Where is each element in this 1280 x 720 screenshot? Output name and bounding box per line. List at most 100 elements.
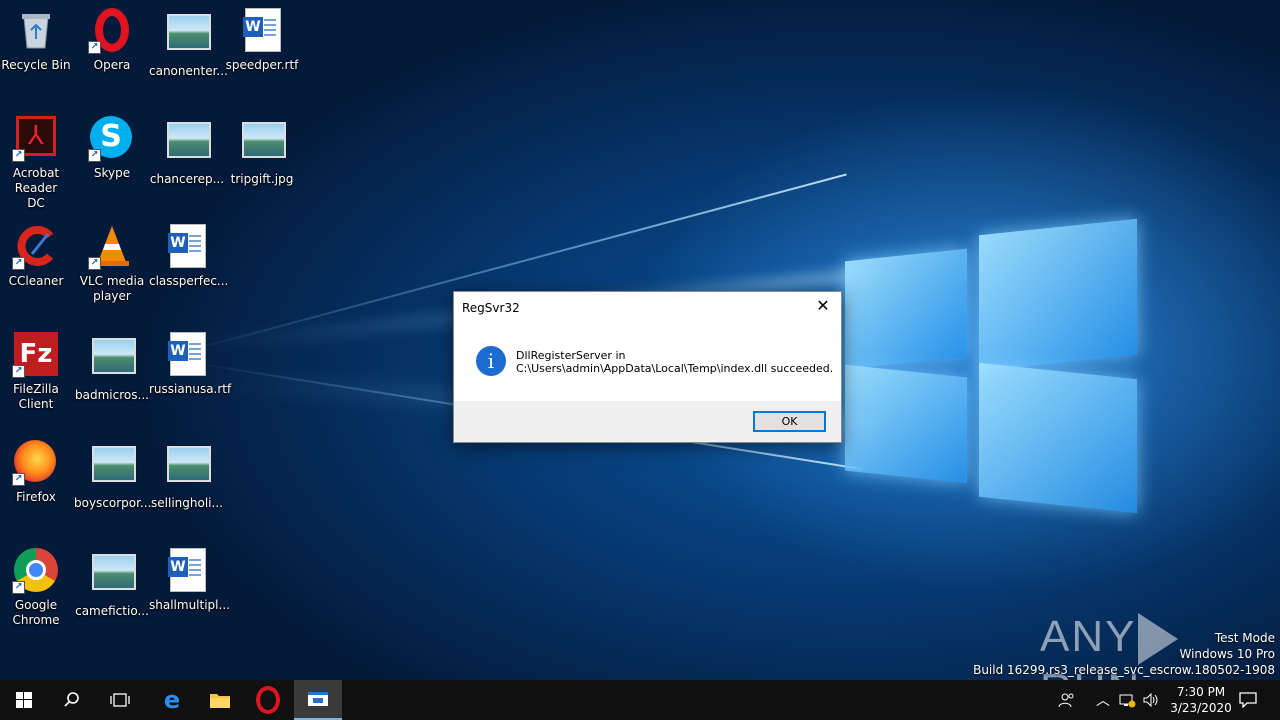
build-text: Build 16299.rs3_release_svc_escrow.18050…	[973, 663, 1275, 677]
firefox-icon: ↗	[12, 440, 58, 486]
logo-pane	[979, 218, 1137, 372]
dialog-footer: OK	[454, 401, 841, 442]
shortcut-arrow-icon: ↗	[12, 257, 25, 270]
icon-label: Firefox	[16, 490, 56, 504]
desktop-icon-word-doc[interactable]: W classperfec...	[149, 224, 229, 289]
desktop-icon-vlc[interactable]: ↗ VLC media player	[74, 224, 150, 304]
desktop-icon-chrome[interactable]: ↗ Google Chrome	[0, 548, 74, 628]
skype-icon: S ↗	[88, 116, 134, 162]
logo-pane	[845, 248, 967, 370]
ccleaner-icon: ↗	[12, 224, 58, 270]
desktop-icon-word-doc[interactable]: W shallmultipl...	[149, 548, 230, 613]
icon-label: boyscorpor...	[74, 496, 152, 510]
info-icon: i	[476, 346, 506, 376]
clock-date: 3/23/2020	[1170, 701, 1232, 715]
icon-label: VLC media player	[79, 274, 145, 303]
word-document-icon: W	[165, 224, 209, 268]
desktop-icon-word-doc[interactable]: W speedper.rtf	[224, 8, 300, 73]
image-file-icon	[90, 338, 136, 382]
desktop-icon-image[interactable]: canonenter...	[149, 8, 228, 79]
taskbar-file-explorer-button[interactable]	[196, 680, 244, 720]
vlc-cone-icon: ↗	[88, 224, 134, 270]
image-file-icon	[90, 446, 136, 490]
image-file-icon	[90, 554, 136, 598]
desktop-icon-skype[interactable]: S ↗ Skype	[74, 116, 150, 181]
shortcut-arrow-icon: ↗	[12, 473, 25, 486]
icon-label: classperfec...	[149, 274, 229, 288]
desktop-icon-image[interactable]: tripgift.jpg	[224, 116, 300, 187]
taskbar-clock[interactable]: 7:30 PM 3/23/2020	[1166, 684, 1236, 716]
desktop-icon-recycle-bin[interactable]: Recycle Bin	[0, 8, 74, 73]
acrobat-icon: ⅄ ↗	[12, 116, 58, 162]
taskbar: e ︿ 7:30 PM 3/23/2020	[0, 680, 1280, 720]
icon-label: camefictio...	[75, 604, 149, 618]
network-button[interactable]	[1118, 680, 1136, 720]
windows-start-icon	[16, 692, 32, 708]
icon-label: Opera	[93, 58, 131, 72]
clock-time: 7:30 PM	[1176, 685, 1226, 699]
image-file-icon	[165, 14, 211, 58]
regsvr32-dialog: RegSvr32 ✕ i DllRegisterServer in C:\Use…	[453, 291, 842, 443]
desktop-icon-filezilla[interactable]: Fz ↗ FileZilla Client	[0, 332, 74, 412]
icon-label: russianusa.rtf	[149, 382, 232, 396]
image-file-icon	[165, 122, 211, 166]
ok-button[interactable]: OK	[753, 411, 826, 432]
shortcut-arrow-icon: ↗	[12, 149, 25, 162]
icon-label: speedper.rtf	[225, 58, 299, 72]
windows-edition-text: Windows 10 Pro	[1179, 647, 1275, 661]
chrome-icon: ↗	[12, 548, 58, 594]
icon-label: FileZilla Client	[13, 382, 59, 411]
icon-label: Acrobat Reader DC	[12, 166, 60, 210]
icon-label: chancerep...	[149, 172, 225, 186]
speaker-icon	[1143, 692, 1158, 708]
taskbar-edge-button[interactable]: e	[148, 680, 196, 720]
icon-label: Google Chrome	[12, 598, 60, 627]
desktop-icon-firefox[interactable]: ↗ Firefox	[0, 440, 74, 505]
search-button[interactable]	[48, 680, 96, 720]
dialog-message: DllRegisterServer in C:\Users\admin\AppD…	[516, 349, 833, 375]
desktop-icon-opera[interactable]: ↗ Opera	[74, 8, 150, 73]
icon-label: Recycle Bin	[1, 58, 71, 72]
dialog-title: RegSvr32	[462, 301, 520, 315]
shortcut-arrow-icon: ↗	[88, 41, 101, 54]
word-document-icon: W	[240, 8, 284, 52]
show-hidden-icons-button[interactable]: ︿	[1096, 680, 1110, 720]
desktop-icon-ccleaner[interactable]: ↗ CCleaner	[0, 224, 74, 289]
close-icon[interactable]: ✕	[815, 298, 831, 314]
action-center-button[interactable]	[1236, 680, 1260, 720]
icon-label: sellingholi...	[151, 496, 223, 510]
shortcut-arrow-icon: ↗	[88, 149, 101, 162]
word-document-icon: W	[165, 332, 209, 376]
icon-label: Skype	[93, 166, 131, 180]
icon-label: shallmultipl...	[149, 598, 230, 612]
desktop-icon-image[interactable]: camefictio...	[74, 548, 150, 619]
start-button[interactable]	[0, 680, 48, 720]
notification-icon	[1239, 692, 1257, 708]
test-mode-text: Test Mode	[1214, 631, 1275, 645]
desktop-icon-acrobat[interactable]: ⅄ ↗ Acrobat Reader DC	[0, 116, 74, 211]
taskbar-opera-button[interactable]	[244, 680, 292, 720]
taskbar-regsvr32-button[interactable]	[294, 680, 342, 720]
image-file-icon	[165, 446, 211, 490]
volume-button[interactable]	[1142, 680, 1160, 720]
desktop-icon-image[interactable]: boyscorpor...	[74, 440, 152, 511]
search-icon	[64, 692, 79, 707]
icon-label: tripgift.jpg	[230, 172, 294, 186]
desktop-icon-word-doc[interactable]: W russianusa.rtf	[149, 332, 232, 397]
message-line: C:\Users\admin\AppData\Local\Temp\index.…	[516, 362, 834, 375]
task-view-button[interactable]	[96, 680, 144, 720]
desktop-icon-image[interactable]: chancerep...	[149, 116, 225, 187]
shortcut-arrow-icon: ↗	[88, 257, 101, 270]
icon-label: canonenter...	[149, 64, 228, 78]
desktop-icon-image[interactable]: sellingholi...	[149, 440, 225, 511]
people-button[interactable]	[1058, 680, 1076, 720]
windows-logo-wallpaper	[845, 215, 1140, 514]
message-line: DllRegisterServer in	[516, 349, 626, 362]
word-document-icon: W	[165, 548, 209, 592]
opera-icon	[256, 686, 280, 714]
shortcut-arrow-icon: ↗	[12, 581, 25, 594]
recycle-bin-icon	[14, 8, 58, 52]
desktop-icon-image[interactable]: badmicros...	[74, 332, 150, 403]
image-file-icon	[240, 122, 286, 166]
opera-icon: ↗	[88, 8, 134, 54]
